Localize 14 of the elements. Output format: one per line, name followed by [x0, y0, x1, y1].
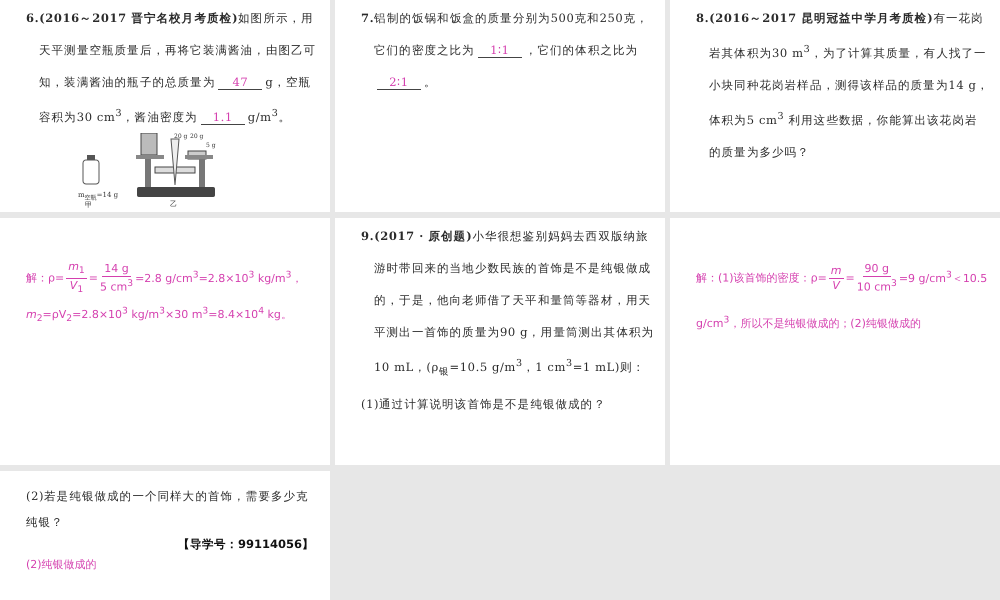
reference-number: 【导学号：99114056】: [178, 536, 314, 553]
slide-thumbnail[interactable]: 7.铝制的饭锅和饭盒的质量分别为500克和250克，它们的密度之比为 1∶1 ，它们的体积之比为 2∶1 。: [335, 0, 665, 212]
question-text: (2)若是纯银做成的一个同样大的首饰，需要多少克纯银？: [26, 488, 310, 531]
slide-thumbnail[interactable]: 9.(2017 · 原创题)小华很想鉴别妈妈去西双版纳旅游时带回来的当地少数民族的首饰是不是纯银做成的，于是，他向老师借了天平和量筒等器材，用天平测出一首饰的质量为90 g，用量筒测出其体积为10 mL，(ρ$_{银}$=10.5 g/m$^{3}$，1 cm$^{3}$=1 mL)则： (1)通过计算说明该首饰是不是纯银做成的？: [335, 218, 665, 465]
answer-text: (2)纯银做成的: [26, 557, 98, 573]
answer-text: m$_{2}$=ρV$_{2}$=2.8×10$^{3}$ kg/m$^{3}$×30 m$^{3}$=8.4×10$^{4}$ kg。: [26, 304, 293, 326]
question-text: 7.铝制的饭锅和饭盒的质量分别为500克和250克，它们的密度之比为 1∶1 ，它们的体积之比为 2∶1 。: [361, 10, 650, 92]
bottle-drawing: [82, 154, 100, 185]
question-text: 6.(2016～2017 晋宁名校月考质检)如图所示，用天平测量空瓶质量后，再将它装满酱油，由图乙可知，装满酱油的瓶子的总质量为 47 g，空瓶容积为30 cm$^{3}$，酱油密度为 1.1 g/m$^{3}$。: [26, 10, 318, 127]
question-text: (1)通过计算说明该首饰是不是纯银做成的？: [361, 396, 607, 414]
slide-thumbnail[interactable]: (2)若是纯银做成的一个同样大的首饰，需要多少克纯银？ 【导学号：99114056】 (2)纯银做成的: [0, 471, 330, 600]
question-text: 9.(2017 · 原创题)小华很想鉴别妈妈去西双版纳旅游时带回来的当地少数民族的首饰是不是纯银做成的，于是，他向老师借了天平和量筒等器材，用天平测出一首饰的质量为90 g，用量筒测出其体积为10 mL，(ρ$_{银}$=10.5 g/m$^{3}$，1 cm$^{3}$=1 mL)则：: [361, 228, 655, 380]
slide-thumbnail[interactable]: 8.(2016～2017 昆明冠益中学月考质检)有一花岗岩其体积为30 m$^{3}$，为了计算其质量，有人找了一小块同种花岗岩样品，测得该样品的质量为14 g，体积为5 cm$^{3}$ 利用这些数据，你能算出该花岗岩的质量为多少吗？: [670, 0, 1000, 212]
question-text: 8.(2016～2017 昆明冠益中学月考质检)有一花岗岩其体积为30 m$^{3}$，为了计算其质量，有人找了一小块同种花岗岩样品，测得该样品的质量为14 g，体积为5 cm$^{3}$ 利用这些数据，你能算出该花岗岩的质量为多少吗？: [696, 10, 990, 161]
